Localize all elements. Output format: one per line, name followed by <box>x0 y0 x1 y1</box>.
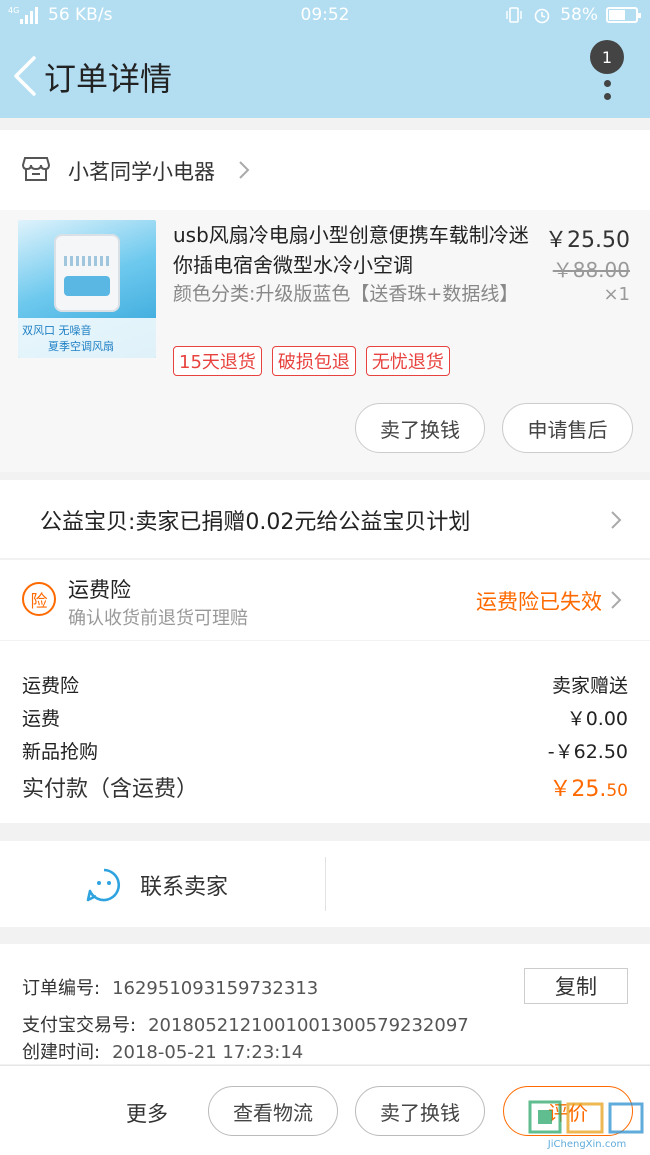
resell-button[interactable]: 卖了换钱 <box>355 403 485 453</box>
battery-percent: 58% <box>560 5 598 25</box>
shop-row[interactable]: 小茗同学小电器 <box>0 130 650 210</box>
contact-bar: 联系卖家 <box>0 841 650 927</box>
total-amount: ￥25.50 <box>549 771 628 803</box>
copy-button[interactable]: 复制 <box>524 968 628 1004</box>
more-dot-icon <box>604 80 611 87</box>
more-button[interactable]: 更多 <box>126 1098 168 1128</box>
insurance-title: 运费险 <box>68 578 131 602</box>
total-decimal: 50 <box>606 781 628 801</box>
fee-row: 新品抢购 -￥62.50 <box>22 737 628 764</box>
more-menu-button[interactable]: 1 <box>590 40 630 110</box>
product-image-caption-1: 双风口 无噪音 <box>22 324 92 337</box>
alipay-number-label: 支付宝交易号: <box>22 1015 137 1036</box>
total-currency: ￥ <box>549 777 572 802</box>
fee-row: 运费 ￥0.00 <box>22 704 628 731</box>
insurance-status: 运费险已失效 <box>476 590 602 614</box>
vibrate-icon <box>506 7 522 23</box>
product-price: ￥25.50 <box>545 228 630 253</box>
chevron-right-icon <box>239 161 250 179</box>
fee-label: 新品抢购 <box>22 741 99 763</box>
fee-value: -￥62.50 <box>547 741 628 763</box>
service-tag: 破损包退 <box>271 346 356 376</box>
app-header: 订单详情 1 <box>0 32 650 118</box>
product-title[interactable]: usb风扇冷电扇小型创意便携车载制冷迷你插电宿舍微型水冷小空调 <box>173 220 535 280</box>
fan-illustration <box>54 234 120 312</box>
alipay-number: 2018052121001001300579232097 <box>148 1015 469 1036</box>
product-spec: 颜色分类:升级版蓝色【送香珠+数据线】 <box>173 283 519 305</box>
created-time: 2018-05-21 17:23:14 <box>112 1042 304 1063</box>
product-quantity: ×1 <box>603 284 630 305</box>
service-tags: 15天退货 破损包退 无忧退货 <box>173 346 450 376</box>
fee-value: 卖家赠送 <box>551 675 628 697</box>
product-image[interactable]: 双风口 无噪音 夏季空调风扇 <box>18 220 156 358</box>
product-image-caption-2: 夏季空调风扇 <box>48 340 114 353</box>
watermark-text: JiChengXin.com <box>547 1139 627 1150</box>
fee-value: ￥0.00 <box>566 708 628 730</box>
fee-label: 运费险 <box>22 675 80 697</box>
shop-icon <box>22 157 50 181</box>
watermark-glyph-icon <box>528 1100 644 1134</box>
page-title: 订单详情 <box>44 60 173 98</box>
divider <box>325 857 326 911</box>
smile-chat-icon[interactable] <box>86 867 122 903</box>
back-arrow-icon[interactable] <box>10 54 40 98</box>
contact-seller-button[interactable]: 联系卖家 <box>140 869 228 901</box>
chevron-right-icon <box>611 511 622 529</box>
alipay-number-row: 支付宝交易号: 2018052121001001300579232097 <box>22 1011 469 1037</box>
total-row: 实付款（含运费） ￥25.50 <box>22 771 628 803</box>
insurance-subtitle: 确认收货前退货可理赔 <box>68 608 248 629</box>
order-number: 162951093159732313 <box>112 978 319 999</box>
charity-text: 公益宝贝:卖家已捐赠0.02元给公益宝贝计划 <box>40 510 471 535</box>
product-original-price: ￥88.00 <box>552 258 630 282</box>
chevron-right-icon <box>611 591 622 609</box>
charity-row[interactable]: 公益宝贝:卖家已捐赠0.02元给公益宝贝计划 <box>0 480 650 558</box>
status-bar: 4G 56 KB/s 09:52 58% <box>0 0 650 32</box>
view-logistics-button[interactable]: 查看物流 <box>208 1086 338 1136</box>
product-card: 双风口 无噪音 夏季空调风扇 usb风扇冷电扇小型创意便携车载制冷迷你插电宿舍微… <box>0 210 650 472</box>
watermark-logo: JiChengXin.com <box>528 1100 646 1150</box>
order-number-row: 订单编号: 162951093159732313 <box>22 974 318 1000</box>
shipping-insurance-row[interactable]: 险 运费险 确认收货前退货可理赔 运费险已失效 <box>0 560 650 640</box>
shop-name: 小茗同学小电器 <box>68 160 215 184</box>
total-integer: 25. <box>571 777 607 802</box>
status-right: 58% <box>504 5 641 25</box>
more-dot-icon <box>604 93 611 100</box>
notification-badge: 1 <box>590 40 624 74</box>
fee-row: 运费险 卖家赠送 <box>22 671 628 698</box>
created-time-row: 创建时间: 2018-05-21 17:23:14 <box>22 1038 303 1064</box>
service-tag: 15天退货 <box>173 346 262 376</box>
created-time-label: 创建时间: <box>22 1042 101 1063</box>
insurance-icon: 险 <box>22 582 56 616</box>
battery-icon <box>606 7 641 23</box>
total-label: 实付款（含运费） <box>22 777 199 802</box>
alarm-icon <box>534 8 550 24</box>
service-tag: 无忧退货 <box>365 346 450 376</box>
order-number-label: 订单编号: <box>22 978 101 999</box>
fee-label: 运费 <box>22 708 61 730</box>
fee-summary: 运费险 卖家赠送 运费 ￥0.00 新品抢购 -￥62.50 实付款（含运费） … <box>0 641 650 823</box>
after-sales-button[interactable]: 申请售后 <box>502 403 633 453</box>
order-info: 订单编号: 162951093159732313 复制 支付宝交易号: 201805… <box>0 944 650 1064</box>
resell-button-bottom[interactable]: 卖了换钱 <box>355 1086 485 1136</box>
